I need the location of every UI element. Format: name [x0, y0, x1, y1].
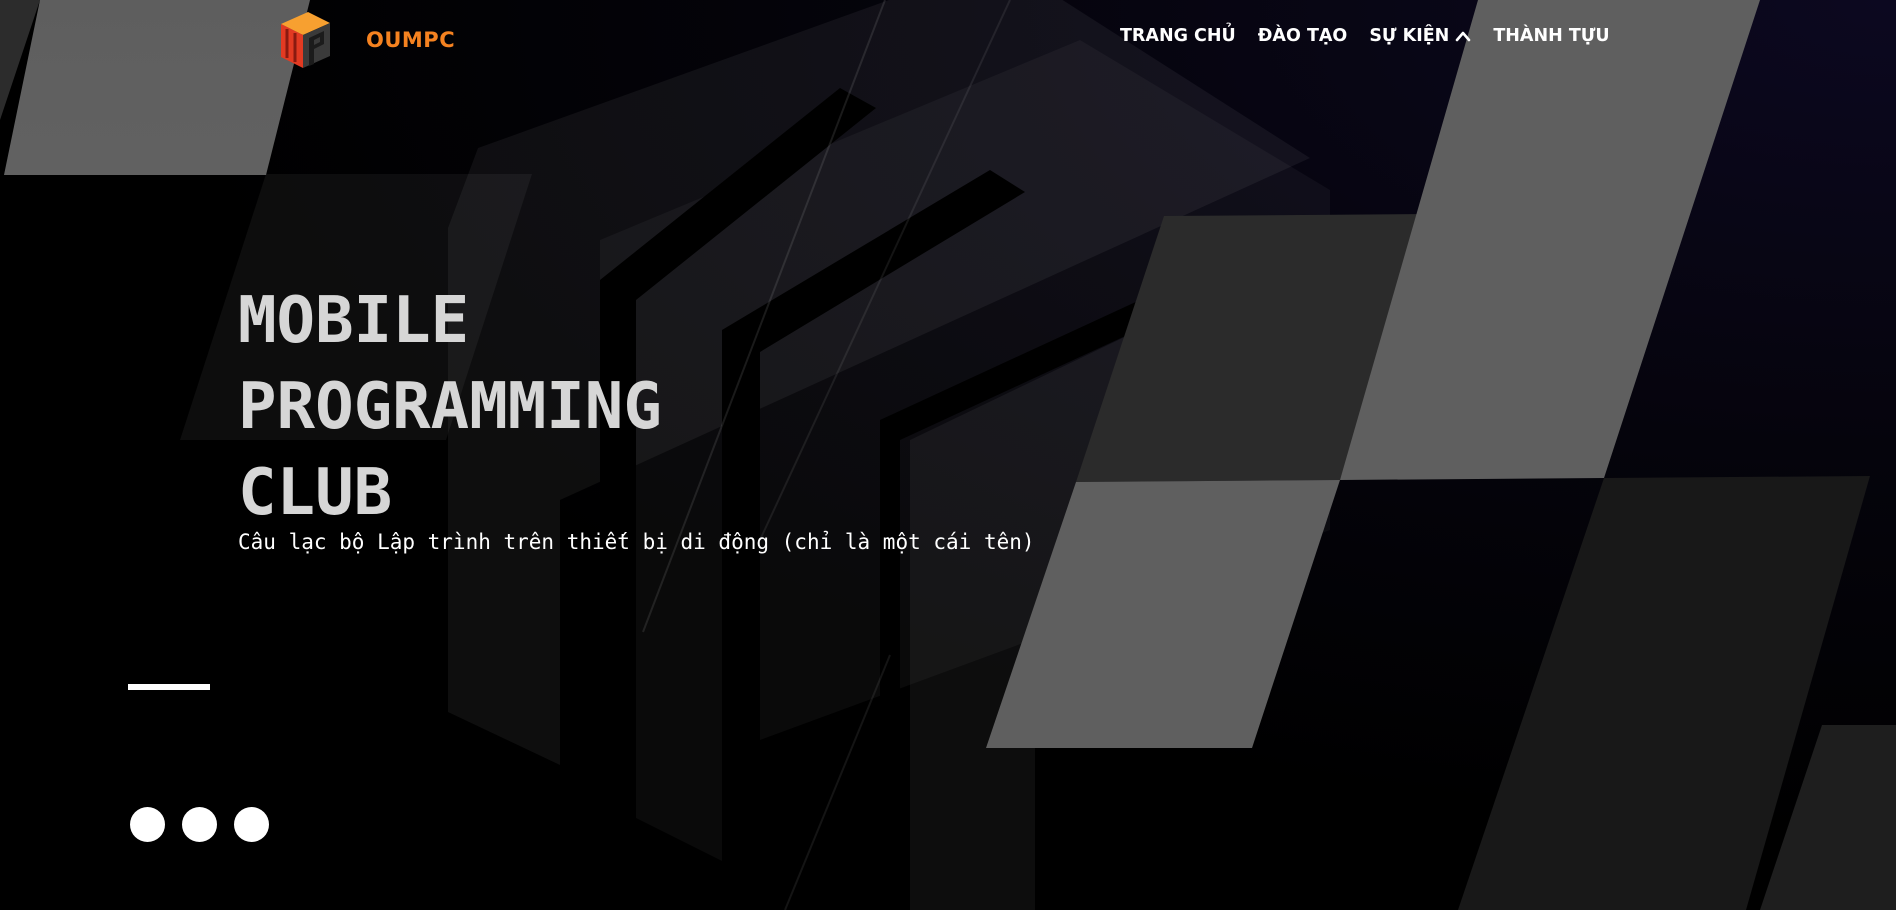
- slider-dot[interactable]: [182, 807, 217, 842]
- brand-name: OUMPC: [366, 28, 456, 52]
- nav-item-label: SỰ KIỆN: [1369, 26, 1450, 46]
- hero-title-line: MOBILE: [238, 284, 470, 358]
- slider-pagination: [130, 807, 269, 842]
- page: OUMPC TRANG CHỦ ĐÀO TẠO SỰ KIỆN THÀNH TỰ…: [0, 0, 1896, 910]
- brand-link[interactable]: OUMPC: [278, 10, 455, 70]
- nav-item-dao-tao[interactable]: ĐÀO TẠO: [1258, 26, 1348, 46]
- main-nav: TRANG CHỦ ĐÀO TẠO SỰ KIỆN THÀNH TỰU: [1120, 26, 1610, 46]
- hero-accent-divider: [128, 684, 210, 690]
- hero-title: MOBILE PROGRAMMING CLUB: [238, 278, 662, 536]
- hero-title-line: CLUB: [238, 456, 393, 530]
- oumpc-cube-logo-icon: [281, 12, 330, 68]
- nav-item-thanh-tuu[interactable]: THÀNH TỰU: [1493, 26, 1609, 46]
- nav-item-trang-chu[interactable]: TRANG CHỦ: [1120, 26, 1236, 46]
- slider-dot[interactable]: [234, 807, 269, 842]
- top-navbar: OUMPC TRANG CHỦ ĐÀO TẠO SỰ KIỆN THÀNH TỰ…: [0, 0, 1896, 80]
- hero-subtitle: Câu lạc bộ Lập trình trên thiết bị di độ…: [238, 530, 1035, 554]
- nav-item-label: TRANG CHỦ: [1120, 26, 1236, 46]
- chevron-up-icon: [1456, 31, 1471, 42]
- nav-item-label: ĐÀO TẠO: [1257, 26, 1348, 46]
- hero-title-line: PROGRAMMING: [238, 370, 662, 444]
- nav-item-su-kien-dropdown[interactable]: SỰ KIỆN: [1369, 26, 1471, 46]
- slider-dot[interactable]: [130, 807, 165, 842]
- nav-item-label: THÀNH TỰU: [1493, 26, 1610, 46]
